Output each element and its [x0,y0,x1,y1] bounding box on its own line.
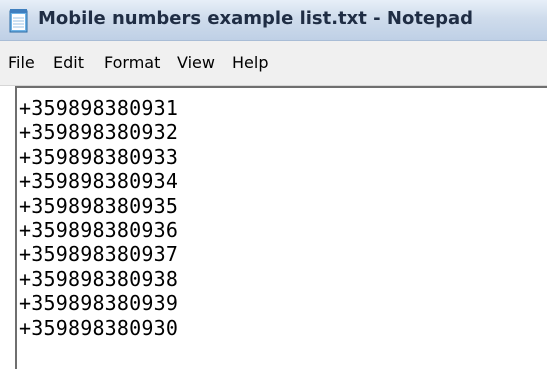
menu-edit[interactable]: Edit [53,53,84,73]
text-editor[interactable]: +359898380931 +359898380932 +35989838093… [15,86,547,369]
editor-line: +359898380931 [19,96,179,120]
editor-line: +359898380936 [19,218,179,243]
notepad-window: Mobile numbers example list.txt - Notepa… [0,0,547,369]
editor-line: +359898380930 [19,315,179,340]
title-bar[interactable]: Mobile numbers example list.txt - Notepa… [0,0,547,41]
editor-lines: +359898380931 +359898380932 +35989838093… [19,96,178,340]
editor-line: +359898380939 [19,291,179,316]
editor-line: +359898380933 [19,144,179,169]
menu-help[interactable]: Help [232,53,268,73]
menu-format[interactable]: Format [104,53,160,73]
editor-line: +359898380932 [19,120,179,145]
editor-line: +359898380935 [19,193,179,218]
editor-line: +359898380934 [19,169,179,194]
notepad-icon[interactable] [8,8,30,34]
window-title: Mobile numbers example list.txt - Notepa… [38,8,474,29]
menu-file[interactable]: File [8,53,35,73]
editor-line: +359898380937 [19,242,179,267]
menu-view[interactable]: View [177,53,215,73]
menu-bar: File Edit Format View Help [0,41,547,86]
editor-line: +359898380938 [19,266,179,291]
